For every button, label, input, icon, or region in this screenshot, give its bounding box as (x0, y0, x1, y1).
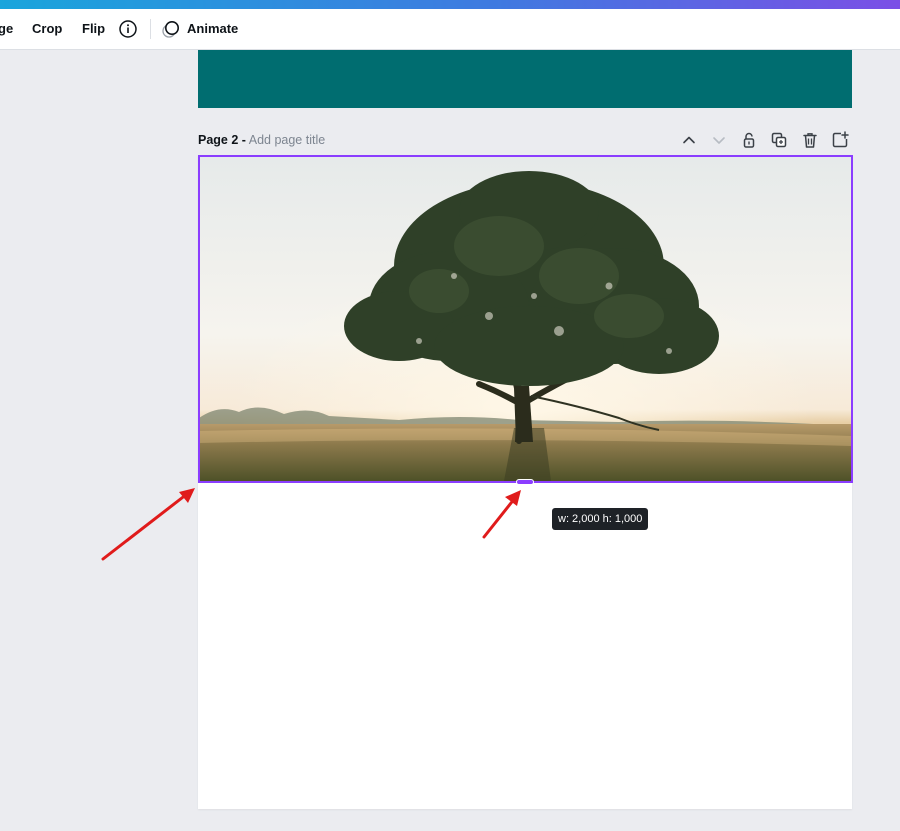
page-header: Page 2 - Add page title (198, 131, 325, 149)
animate-icon[interactable] (161, 19, 181, 39)
tree-photo[interactable] (199, 156, 851, 481)
editor-toolbar: ge Crop Flip Animate (0, 9, 900, 50)
lock-icon[interactable] (739, 130, 759, 150)
chevron-up-icon[interactable] (679, 130, 699, 150)
page-1-canvas[interactable] (198, 50, 852, 108)
page-title-input[interactable]: Add page title (249, 133, 325, 147)
add-page-icon[interactable] (830, 130, 850, 150)
trash-icon[interactable] (800, 130, 820, 150)
crop-button[interactable]: Crop (32, 9, 62, 49)
flip-button[interactable]: Flip (82, 9, 105, 49)
duplicate-icon[interactable] (769, 130, 789, 150)
size-tooltip: w: 2,000 h: 1,000 (552, 508, 649, 530)
app-gradient-header (0, 0, 900, 9)
toolbar-item-truncated[interactable]: ge (0, 9, 13, 49)
chevron-down-icon[interactable] (709, 130, 729, 150)
toolbar-divider (150, 19, 151, 39)
annotation-arrow-right (482, 490, 521, 539)
page-number-label: Page 2 - (198, 133, 246, 147)
animate-button[interactable]: Animate (187, 9, 238, 49)
info-icon[interactable] (118, 19, 138, 39)
annotation-arrow-left (101, 488, 195, 561)
